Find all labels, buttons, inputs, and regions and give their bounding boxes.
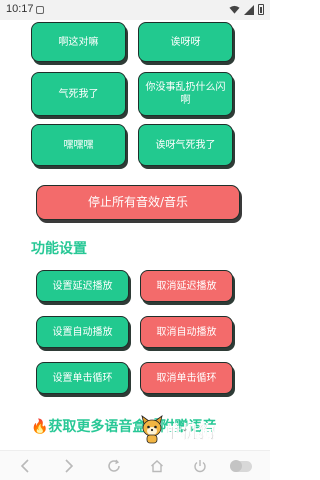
button-label: 取消自动播放 [156, 326, 217, 338]
set-auto-play-button[interactable]: 设置自动播放 [36, 316, 129, 348]
button-label: 设置单击循环 [52, 372, 113, 384]
sound-button-3[interactable]: 气死我了 [31, 72, 126, 116]
button-label: 设置自动播放 [52, 326, 113, 338]
sound-button-2[interactable]: 诶呀呀 [138, 22, 233, 62]
sound-button-label: 诶呀呀 [170, 36, 201, 48]
settings-title: 功能设置 [31, 241, 87, 257]
sound-button-6[interactable]: 诶呀气死我了 [138, 124, 233, 166]
cancel-delay-play-button[interactable]: 取消延迟播放 [140, 270, 233, 302]
sound-button-4[interactable]: 你没事乱扔什么闪啊 [138, 72, 233, 116]
status-icons [229, 4, 264, 15]
back-icon[interactable] [20, 459, 30, 473]
home-icon[interactable] [150, 459, 164, 473]
dog-mascot-icon [141, 415, 163, 444]
signal-icon [244, 4, 254, 15]
status-time: 10:17 [6, 3, 34, 15]
main-content: 啊这对嘛 诶呀呀 气死我了 你没事乱扔什么闪啊 嘿嘿嘿 诶呀气死我了 停止所有音… [0, 20, 270, 450]
sound-button-label: 你没事乱扔什么闪啊 [145, 82, 226, 106]
notification-icon [36, 6, 44, 14]
button-label: 取消延迟播放 [156, 280, 217, 292]
sound-button-label: 嘿嘿嘿 [63, 139, 94, 151]
bottom-nav-bar [0, 450, 270, 480]
wifi-icon [229, 5, 240, 14]
watermark-text: 单机狗 [164, 423, 216, 444]
cancel-click-loop-button[interactable]: 取消单击循环 [140, 362, 233, 394]
button-label: 取消单击循环 [156, 372, 217, 384]
set-delay-play-button[interactable]: 设置延迟播放 [36, 270, 129, 302]
set-click-loop-button[interactable]: 设置单击循环 [36, 362, 129, 394]
forward-icon[interactable] [64, 459, 74, 473]
sound-button-label: 诶呀气死我了 [155, 139, 216, 151]
sound-button-1[interactable]: 啊这对嘛 [31, 22, 126, 62]
watermark-logo: 单机狗 [140, 412, 240, 452]
power-icon[interactable] [193, 459, 207, 473]
toggle-switch[interactable] [230, 460, 252, 472]
cancel-auto-play-button[interactable]: 取消自动播放 [140, 316, 233, 348]
status-bar: 10:17 [0, 0, 270, 20]
refresh-icon[interactable] [107, 459, 121, 473]
battery-icon [258, 4, 264, 15]
sound-button-label: 气死我了 [58, 88, 99, 100]
button-label: 设置延迟播放 [52, 280, 113, 292]
stop-all-button[interactable]: 停止所有音效/音乐 [36, 185, 240, 220]
stop-all-label: 停止所有音效/音乐 [87, 195, 189, 209]
sound-button-label: 啊这对嘛 [58, 36, 99, 48]
sound-button-5[interactable]: 嘿嘿嘿 [31, 124, 126, 166]
